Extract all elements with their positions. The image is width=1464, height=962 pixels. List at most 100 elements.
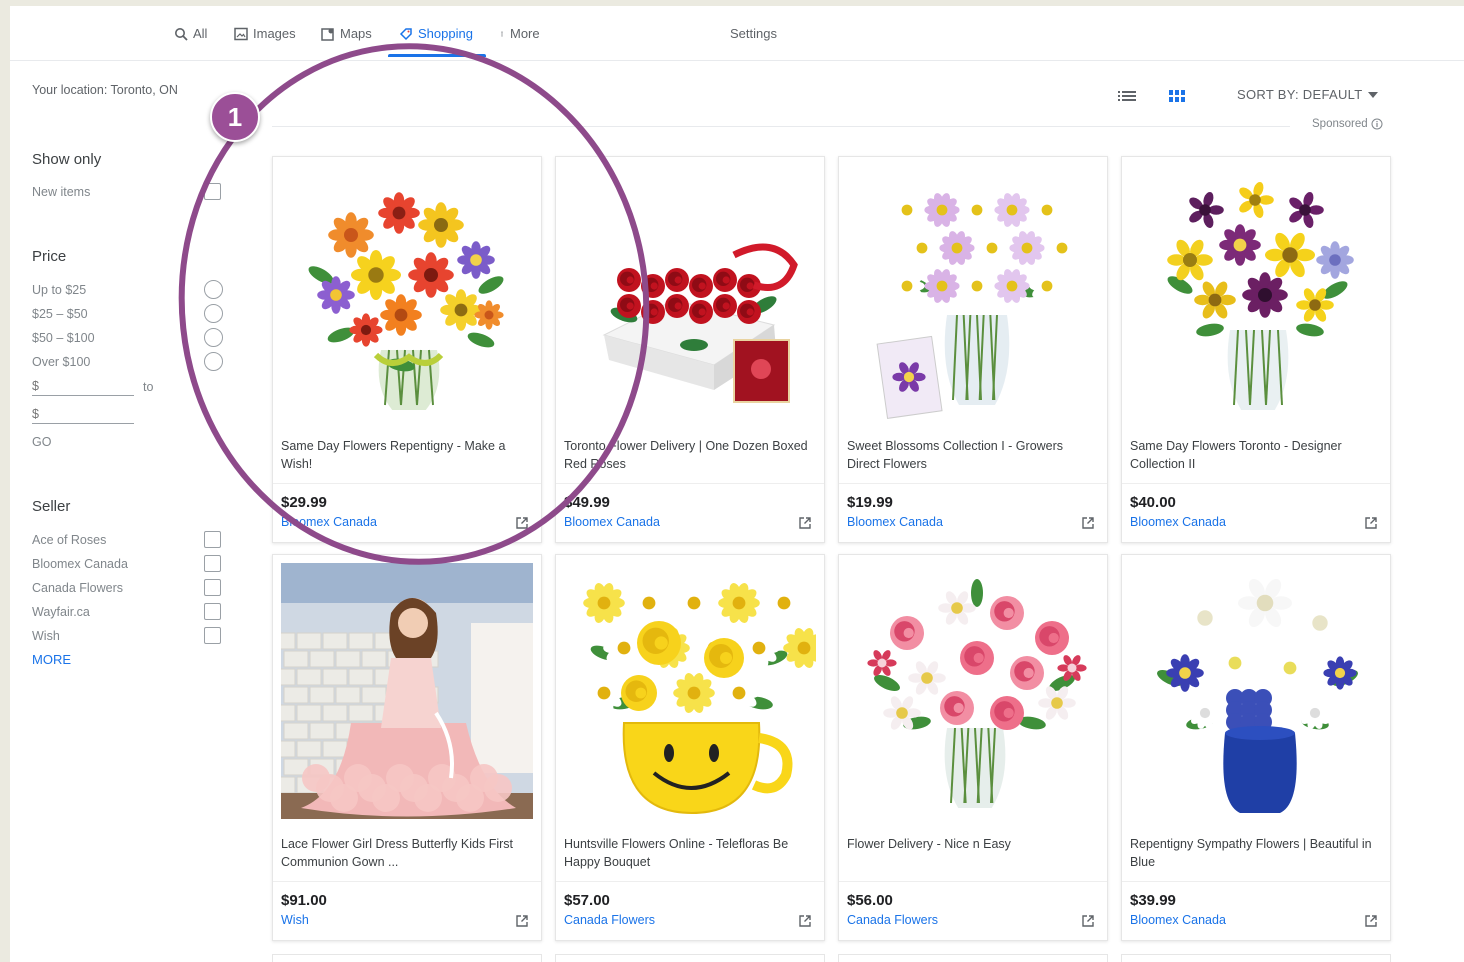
price-option-label: $25 – $50 [32, 307, 88, 321]
price-radio-up-to-25[interactable] [204, 280, 223, 299]
search-icon [175, 27, 188, 41]
product-seller-link[interactable]: Canada Flowers [847, 913, 938, 927]
partial-card [555, 954, 825, 962]
blue-white-vase-image [1157, 578, 1358, 813]
external-link-icon[interactable] [1364, 914, 1378, 928]
smiley-mug-bouquet-image [583, 583, 816, 815]
external-link-icon[interactable] [1364, 516, 1378, 530]
seller-label: Bloomex Canada [32, 557, 128, 571]
yellow-purple-bouquet-image [1167, 182, 1354, 410]
sponsored-label[interactable]: Sponsored [1312, 118, 1383, 130]
step-number-badge: 1 [210, 92, 260, 142]
product-title[interactable]: Huntsville Flowers Online - Telefloras B… [564, 835, 812, 871]
partial-card [272, 954, 542, 962]
seller-checkbox-bloomex-canada[interactable] [204, 555, 221, 572]
partial-card [1121, 954, 1391, 962]
new-items-checkbox[interactable] [204, 183, 221, 200]
price-option-label: Up to $25 [32, 283, 87, 297]
settings-link[interactable]: Settings [730, 26, 777, 41]
product-title[interactable]: Same Day Flowers Toronto - Designer Coll… [1130, 437, 1378, 473]
product-image[interactable] [1130, 563, 1382, 819]
product-price: $19.99 [847, 494, 893, 511]
search-tabs-bar: All Images Maps Shopping More Settings [10, 6, 1464, 61]
card-divider [556, 483, 824, 484]
seller-checkbox-wayfair[interactable] [204, 603, 221, 620]
product-card[interactable]: Huntsville Flowers Online - Telefloras B… [555, 554, 825, 941]
product-seller-link[interactable]: Bloomex Canada [847, 515, 943, 529]
product-seller-link[interactable]: Bloomex Canada [1130, 913, 1226, 927]
external-link-icon[interactable] [515, 914, 529, 928]
card-divider [273, 881, 541, 882]
product-card[interactable]: Same Day Flowers Toronto - Designer Coll… [1121, 156, 1391, 543]
product-card[interactable]: Toronto Flower Delivery | One Dozen Boxe… [555, 156, 825, 543]
tab-more[interactable]: More [499, 26, 540, 41]
tab-label: All [193, 26, 208, 41]
product-image[interactable] [281, 165, 533, 421]
product-title[interactable]: Repentigny Sympathy Flowers | Beautiful … [1130, 835, 1378, 871]
active-tab-indicator [388, 54, 486, 57]
product-image[interactable] [847, 563, 1099, 819]
seller-checkbox-wish[interactable] [204, 627, 221, 644]
product-price: $57.00 [564, 892, 610, 909]
external-link-icon[interactable] [798, 516, 812, 530]
tab-images[interactable]: Images [234, 26, 296, 41]
product-seller-link[interactable]: Bloomex Canada [281, 515, 377, 529]
external-link-icon[interactable] [1081, 516, 1095, 530]
more-sellers-link[interactable]: MORE [32, 652, 71, 667]
product-card[interactable]: Sweet Blossoms Collection I - Growers Di… [838, 156, 1108, 543]
price-go-button[interactable]: GO [32, 435, 51, 449]
seller-label: Ace of Roses [32, 533, 107, 547]
seller-checkbox-canada-flowers[interactable] [204, 579, 221, 596]
seller-heading: Seller [32, 498, 71, 515]
image-icon [234, 27, 248, 40]
product-card[interactable]: Same Day Flowers Repentigny - Make a Wis… [272, 156, 542, 543]
min-price-input[interactable] [32, 376, 134, 396]
product-seller-link[interactable]: Wish [281, 913, 309, 927]
product-image[interactable] [564, 563, 816, 819]
product-seller-link[interactable]: Canada Flowers [564, 913, 655, 927]
tab-label: More [510, 26, 540, 41]
product-title[interactable]: Sweet Blossoms Collection I - Growers Di… [847, 437, 1095, 473]
price-option-label: $50 – $100 [32, 331, 95, 345]
product-price: $40.00 [1130, 494, 1176, 511]
tab-shopping[interactable]: Shopping [399, 26, 473, 41]
boxed-red-roses-image [602, 243, 798, 403]
location-text: Your location: Toronto, ON [32, 83, 178, 97]
price-radio-50-100[interactable] [204, 328, 223, 347]
product-card[interactable]: Repentigny Sympathy Flowers | Beautiful … [1121, 554, 1391, 941]
product-title[interactable]: Same Day Flowers Repentigny - Make a Wis… [281, 437, 529, 473]
product-title[interactable]: Flower Delivery - Nice n Easy [847, 835, 1095, 871]
product-image[interactable] [281, 563, 533, 819]
partial-card [838, 954, 1108, 962]
tab-label: Shopping [418, 26, 473, 41]
list-view-icon[interactable] [1116, 86, 1138, 106]
product-title[interactable]: Toronto Flower Delivery | One Dozen Boxe… [564, 437, 812, 473]
max-price-input[interactable] [32, 404, 134, 424]
product-image[interactable] [564, 165, 816, 421]
sort-dropdown[interactable]: SORT BY: DEFAULT [1237, 87, 1379, 102]
external-link-icon[interactable] [798, 914, 812, 928]
external-link-icon[interactable] [515, 516, 529, 530]
product-image[interactable] [1130, 165, 1382, 421]
grid-view-icon[interactable] [1166, 86, 1188, 106]
product-seller-link[interactable]: Bloomex Canada [1130, 515, 1226, 529]
sponsored-text: Sponsored [1312, 118, 1368, 130]
product-card[interactable]: Lace Flower Girl Dress Butterfly Kids Fi… [272, 554, 542, 941]
product-image[interactable] [847, 165, 1099, 421]
product-title[interactable]: Lace Flower Girl Dress Butterfly Kids Fi… [281, 835, 529, 871]
tab-all[interactable]: All [174, 26, 207, 41]
product-card[interactable]: Flower Delivery - Nice n Easy $56.00 Can… [838, 554, 1108, 941]
product-seller-link[interactable]: Bloomex Canada [564, 515, 660, 529]
price-radio-over-100[interactable] [204, 352, 223, 371]
card-divider [273, 483, 541, 484]
results-divider [272, 126, 1290, 127]
shopping-results-page: All Images Maps Shopping More Settings Y… [10, 6, 1464, 962]
tab-label: Maps [340, 26, 372, 41]
card-divider [839, 881, 1107, 882]
price-radio-25-50[interactable] [204, 304, 223, 323]
info-icon [1371, 118, 1383, 130]
product-price: $39.99 [1130, 892, 1176, 909]
tab-maps[interactable]: Maps [321, 26, 372, 41]
external-link-icon[interactable] [1081, 914, 1095, 928]
seller-checkbox-ace-of-roses[interactable] [204, 531, 221, 548]
